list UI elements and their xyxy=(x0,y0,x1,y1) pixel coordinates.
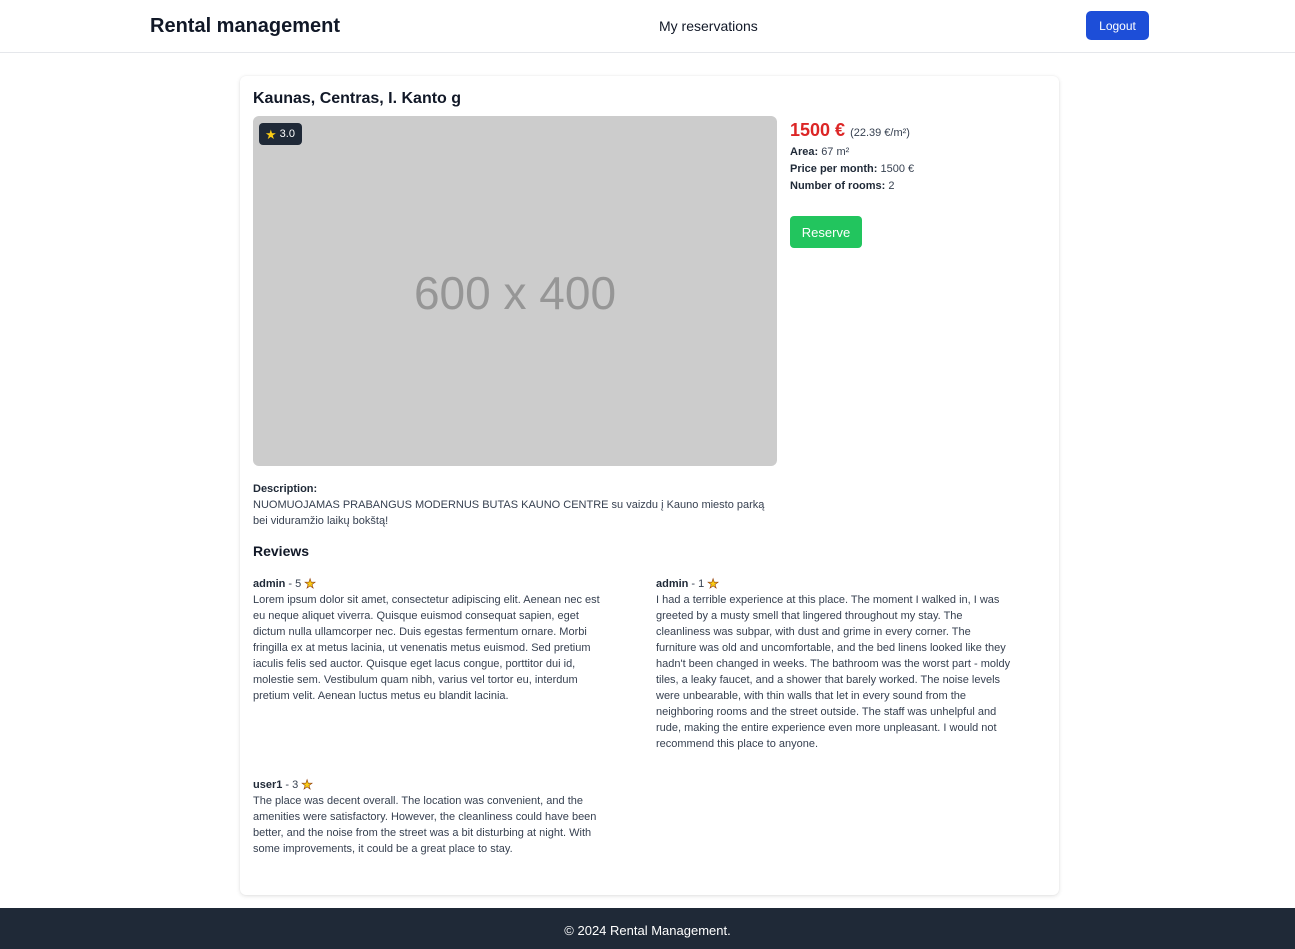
listing-card: Kaunas, Centras, I. Kanto g 600 x 400 ★ … xyxy=(240,76,1059,895)
star-icon: ★ xyxy=(265,126,277,142)
area-label: Area: xyxy=(790,146,819,158)
footer: © 2024 Rental Management. xyxy=(0,908,1295,949)
rooms-line: Number of rooms: 2 xyxy=(790,180,1050,192)
review-author: admin xyxy=(656,578,689,590)
brand-title[interactable]: Rental management xyxy=(150,15,340,38)
footer-text: © 2024 Rental Management. xyxy=(564,923,731,938)
description-text: NUOMUOJAMAS PRABANGUS MODERNUS BUTAS KAU… xyxy=(253,499,765,527)
price-per-m2: (22.39 €/m²) xyxy=(850,127,910,139)
price-month-line: Price per month: 1500 € xyxy=(790,163,1050,175)
review-item: admin - 5 ★ Lorem ipsum dolor sit amet, … xyxy=(253,576,609,704)
rooms-value: 2 xyxy=(888,180,895,192)
rating-value: 3.0 xyxy=(279,128,295,140)
price-month-value: 1500 € xyxy=(880,163,915,175)
logout-button[interactable]: Logout xyxy=(1086,11,1149,40)
review-header: user1 - 3 ★ xyxy=(253,777,609,793)
review-text: Lorem ipsum dolor sit amet, consectetur … xyxy=(253,594,600,702)
review-text: I had a terrible experience at this plac… xyxy=(656,594,1011,750)
review-author: admin xyxy=(253,578,286,590)
review-item: admin - 1 ★ I had a terrible experience … xyxy=(656,576,1012,752)
listing-image: 600 x 400 ★ 3.0 xyxy=(253,116,777,466)
reviews-heading: Reviews xyxy=(253,543,310,559)
review-item: user1 - 3 ★ The place was decent overall… xyxy=(253,777,609,857)
star-icon: ★ xyxy=(304,576,316,592)
review-score: - 5 xyxy=(288,578,302,590)
rating-badge: ★ 3.0 xyxy=(259,123,302,145)
star-icon: ★ xyxy=(301,777,313,793)
area-line: Area: 67 m² xyxy=(790,146,1050,158)
navbar: Rental management My reservations Logout xyxy=(0,0,1295,53)
price-month-label: Price per month: xyxy=(790,163,878,175)
description-label: Description: xyxy=(253,483,318,495)
review-author: user1 xyxy=(253,779,283,791)
star-icon: ★ xyxy=(707,576,719,592)
rooms-label: Number of rooms: xyxy=(790,180,886,192)
my-reservations-link[interactable]: My reservations xyxy=(659,18,758,34)
listing-title: Kaunas, Centras, I. Kanto g xyxy=(253,90,462,107)
review-header: admin - 5 ★ xyxy=(253,576,609,592)
description: Description: NUOMUOJAMAS PRABANGUS MODER… xyxy=(253,481,777,529)
image-placeholder-text: 600 x 400 xyxy=(413,267,617,319)
review-score: - 3 xyxy=(285,779,299,791)
reserve-button[interactable]: Reserve xyxy=(790,216,862,248)
review-text: The place was decent overall. The locati… xyxy=(253,795,597,855)
price-row: 1500 € (22.39 €/m²) xyxy=(790,120,1050,141)
listing-details: 1500 € (22.39 €/m²) Area: 67 m² Price pe… xyxy=(790,120,1050,248)
price: 1500 € xyxy=(790,120,846,140)
review-header: admin - 1 ★ xyxy=(656,576,1012,592)
review-score: - 1 xyxy=(691,578,705,590)
area-value: 67 m² xyxy=(821,146,850,158)
